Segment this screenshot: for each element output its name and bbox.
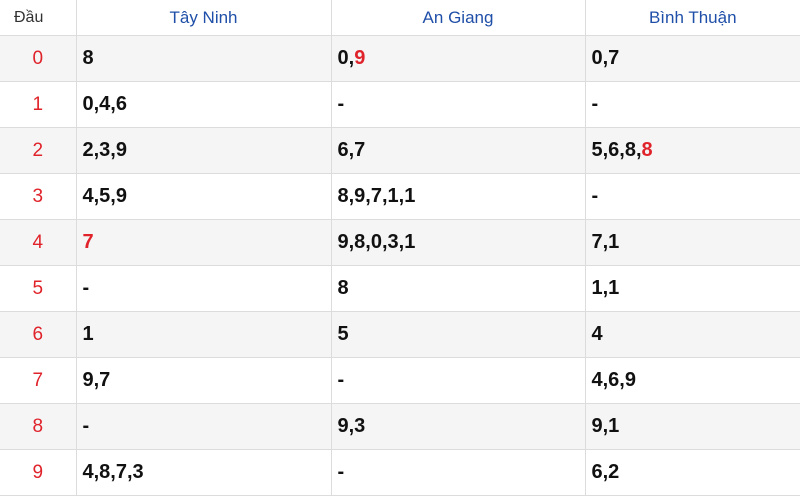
tail-digits-cell-binh-thuan: 5,6,8,8 (585, 127, 800, 174)
tail-digits: 8 (82, 47, 94, 69)
tail-digits-cell-an-giang: 8,9,7,1,1 (331, 173, 586, 220)
tail-digits: - (82, 277, 90, 299)
tail-digits: - (82, 415, 90, 437)
head-digit-cell: 6 (0, 311, 77, 358)
tail-digits-cell-an-giang: 9,3 (331, 403, 586, 450)
tail-digits: 4 (591, 323, 603, 345)
tail-digits-cell-an-giang: - (331, 81, 586, 128)
tail-digits-cell-an-giang: 0,9 (331, 35, 586, 82)
tail-digits-cell-binh-thuan: 9,1 (585, 403, 800, 450)
table-row: 61 5 4 (0, 311, 800, 358)
tail-digits-cell-tay-ninh: 1 (76, 311, 332, 358)
table-row: 0 8 0,9 0,7 (0, 35, 800, 82)
tail-digits: 7,1 (591, 231, 620, 253)
head-digit-cell: 5 (0, 265, 77, 312)
tail-digits: 9,1 (591, 415, 620, 437)
tail-digits-cell-an-giang: 9,8,0,3,1 (331, 219, 586, 266)
tail-digits-cell-binh-thuan: 4 (585, 311, 800, 358)
tail-digits: 9,7 (82, 369, 111, 391)
highlighted-digit: 8 (641, 139, 653, 161)
tail-digits-cell-binh-thuan: 7,1 (585, 219, 800, 266)
column-header-dau: Đầu (0, 0, 77, 36)
tail-digits-cell-binh-thuan: 0,7 (585, 35, 800, 82)
tail-digits: 5 (337, 323, 349, 345)
tail-digits-cell-an-giang: 8 (331, 265, 586, 312)
tail-digits: 0, (337, 47, 355, 69)
table-row: 5- 8 1,1 (0, 265, 800, 312)
tail-digits: 4,5,9 (82, 185, 127, 207)
tail-digits-cell-tay-ninh: 0,4,6 (76, 81, 332, 128)
table-row: 9 4,8,7,3 - 6,2 (0, 449, 800, 496)
tail-digits: 9,3 (337, 415, 366, 437)
tail-digits-cell-binh-thuan: - (585, 173, 800, 220)
loto-table: Đầu Tây Ninh An Giang Bình Thuận 0 8 0,9 0,… (0, 0, 800, 496)
tail-digits: 4,8,7,3 (82, 461, 144, 483)
tail-digits: 5,6,8, (591, 139, 642, 161)
tail-digits-cell-binh-thuan: 6,2 (585, 449, 800, 496)
tail-digits: - (591, 93, 599, 115)
tail-digits-cell-an-giang: 5 (331, 311, 586, 358)
table-row: 1 0,4,6 - - (0, 81, 800, 128)
tail-digits: 1 (82, 323, 94, 345)
tail-digits-cell-binh-thuan: 1,1 (585, 265, 800, 312)
tail-digits: - (337, 461, 345, 483)
tail-digits-cell-binh-thuan: 4,6,9 (585, 357, 800, 404)
table-row: 8- 9,3 9,1 (0, 403, 800, 450)
tail-digits-cell-tay-ninh: 2,3,9 (76, 127, 332, 174)
tail-digits: 4,6,9 (591, 369, 636, 391)
table-body: 0 8 0,9 0,7 1 0,4,6- -2 2,3,9 6,7 5,6,8,8 3 4,5,9 8,… (0, 35, 800, 496)
head-digit-cell: 1 (0, 81, 77, 128)
header-row: Đầu Tây Ninh An Giang Bình Thuận (0, 0, 800, 36)
head-digit-cell: 4 (0, 219, 77, 266)
tail-digits: 6,7 (337, 139, 366, 161)
tail-digits: - (591, 185, 599, 207)
head-digit-cell: 8 (0, 403, 77, 450)
tail-digits: - (337, 93, 345, 115)
head-digit-cell: 9 (0, 449, 77, 496)
tail-digits: 1,1 (591, 277, 620, 299)
tail-digits: - (337, 369, 345, 391)
tail-digits: 0,7 (591, 47, 620, 69)
tail-digits-cell-an-giang: 6,7 (331, 127, 586, 174)
tail-digits: 2,3,9 (82, 139, 127, 161)
table-row: 7 9,7 - 4,6,9 (0, 357, 800, 404)
tail-digits-cell-tay-ninh: 4,8,7,3 (76, 449, 332, 496)
highlighted-digit: 9 (354, 47, 366, 69)
table-row: 3 4,5,9 8,9,7,1,1 - (0, 173, 800, 220)
tail-digits: 6,2 (591, 461, 620, 483)
head-digit-cell: 2 (0, 127, 77, 174)
column-header-binh-thuan: Bình Thuận (585, 0, 800, 36)
tail-digits-cell-tay-ninh: 4,5,9 (76, 173, 332, 220)
tail-digits-cell-an-giang: - (331, 357, 586, 404)
head-digit-cell: 7 (0, 357, 77, 404)
tail-digits-cell-tay-ninh: 8 (76, 35, 332, 82)
tail-digits-cell-tay-ninh: - (76, 403, 332, 450)
tail-digits-cell-tay-ninh: - (76, 265, 332, 312)
table-row: 4 7 9,8,0,3,1 7,1 (0, 219, 800, 266)
tail-digits: 8,9,7,1,1 (337, 185, 416, 207)
tail-digits-cell-binh-thuan: - (585, 81, 800, 128)
highlighted-digit: 7 (82, 231, 94, 253)
table-row: 2 2,3,9 6,7 5,6,8,8 (0, 127, 800, 174)
table-header: Đầu Tây Ninh An Giang Bình Thuận (0, 0, 800, 36)
tail-digits: 0,4,6 (82, 93, 127, 115)
tail-digits-cell-tay-ninh: 9,7 (76, 357, 332, 404)
head-digit-cell: 0 (0, 35, 77, 82)
tail-digits: 8 (337, 277, 349, 299)
head-digit-cell: 3 (0, 173, 77, 220)
tail-digits-cell-tay-ninh: 7 (76, 219, 332, 266)
column-header-tay-ninh: Tây Ninh (76, 0, 332, 36)
tail-digits: 9,8,0,3,1 (337, 231, 416, 253)
tail-digits-cell-an-giang: - (331, 449, 586, 496)
column-header-an-giang: An Giang (331, 0, 586, 36)
